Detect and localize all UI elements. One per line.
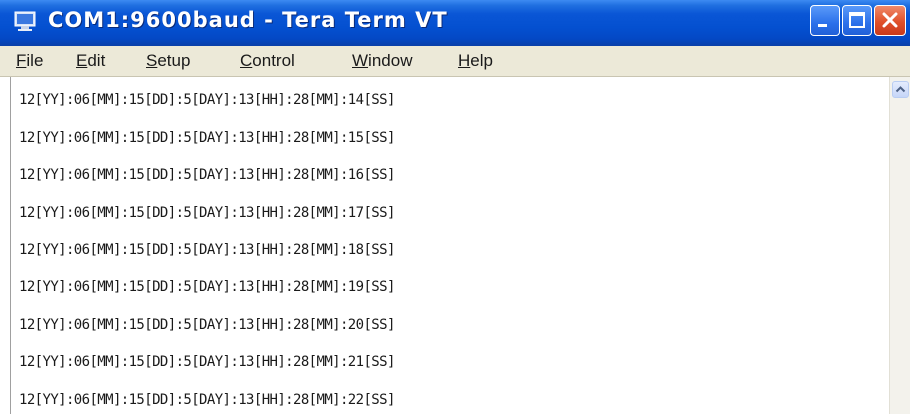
menu-window[interactable]: Window <box>352 51 412 71</box>
menu-bar: File Edit Setup Control Window Help <box>0 46 910 77</box>
title-bar[interactable]: COM1:9600baud - Tera Term VT <box>0 0 910 47</box>
terminal-line: 12[YY]:06[MM]:15[DD]:5[DAY]:13[HH]:28[MM… <box>19 167 395 183</box>
minimize-button[interactable] <box>810 5 840 36</box>
terminal-line: 12[YY]:06[MM]:15[DD]:5[DAY]:13[HH]:28[MM… <box>19 242 395 258</box>
tera-term-window: COM1:9600baud - Tera Term VT File Edit S… <box>0 0 910 414</box>
vertical-scrollbar[interactable] <box>889 77 910 414</box>
terminal-line: 12[YY]:06[MM]:15[DD]:5[DAY]:13[HH]:28[MM… <box>19 92 395 108</box>
scroll-up-button[interactable] <box>892 81 909 98</box>
menu-help[interactable]: Help <box>458 51 493 71</box>
terminal-output[interactable]: 12[YY]:06[MM]:15[DD]:5[DAY]:13[HH]:28[MM… <box>10 77 889 414</box>
scroll-up-arrow-icon <box>895 86 906 93</box>
menu-control[interactable]: Control <box>240 51 295 71</box>
close-icon <box>882 12 898 28</box>
maximize-button[interactable] <box>842 5 872 36</box>
maximize-icon <box>849 12 865 28</box>
terminal-line: 12[YY]:06[MM]:15[DD]:5[DAY]:13[HH]:28[MM… <box>19 205 395 221</box>
terminal-line: 12[YY]:06[MM]:15[DD]:5[DAY]:13[HH]:28[MM… <box>19 392 395 408</box>
terminal-line: 12[YY]:06[MM]:15[DD]:5[DAY]:13[HH]:28[MM… <box>19 354 395 370</box>
terminal-line: 12[YY]:06[MM]:15[DD]:5[DAY]:13[HH]:28[MM… <box>19 130 395 146</box>
terminal-line: 12[YY]:06[MM]:15[DD]:5[DAY]:13[HH]:28[MM… <box>19 279 395 295</box>
minimize-icon <box>818 24 827 27</box>
window-title: COM1:9600baud - Tera Term VT <box>48 8 448 32</box>
menu-setup[interactable]: Setup <box>146 51 190 71</box>
menu-file[interactable]: File <box>16 51 43 71</box>
tera-term-monitor-icon[interactable] <box>14 11 36 31</box>
terminal-line: 12[YY]:06[MM]:15[DD]:5[DAY]:13[HH]:28[MM… <box>19 317 395 333</box>
close-button[interactable] <box>874 5 906 36</box>
menu-edit[interactable]: Edit <box>76 51 105 71</box>
